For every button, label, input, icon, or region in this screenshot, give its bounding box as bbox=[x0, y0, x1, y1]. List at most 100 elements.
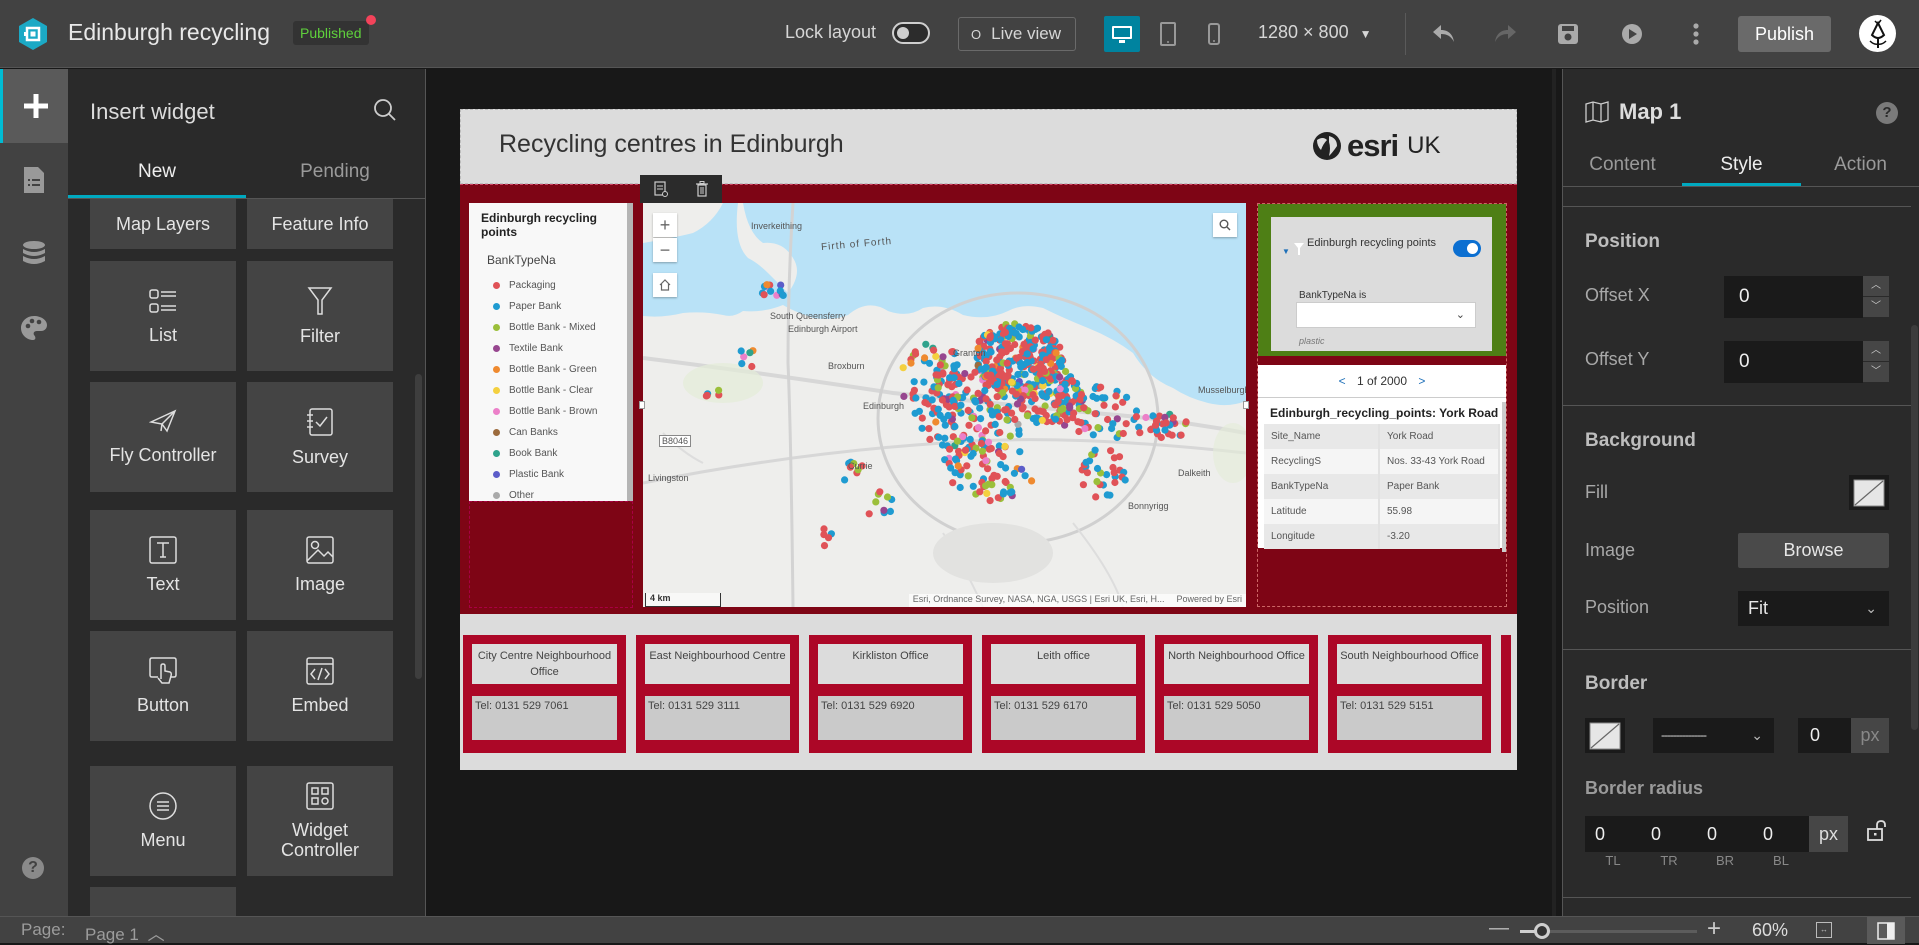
recycling-point[interactable] bbox=[1177, 431, 1185, 439]
recycling-point[interactable] bbox=[946, 445, 954, 453]
widget-panel-scrollbar[interactable] bbox=[415, 374, 422, 679]
recycling-point[interactable] bbox=[883, 493, 892, 501]
publish-button[interactable]: Publish bbox=[1738, 16, 1831, 52]
recycling-point[interactable] bbox=[910, 378, 918, 386]
border-width-input[interactable]: 0 px bbox=[1798, 718, 1889, 753]
recycling-point[interactable] bbox=[1089, 431, 1097, 439]
recycling-point[interactable] bbox=[921, 398, 929, 407]
recycling-point[interactable] bbox=[968, 414, 976, 422]
recycling-point[interactable] bbox=[993, 380, 1001, 389]
recycling-point[interactable] bbox=[971, 368, 979, 376]
recycling-point[interactable] bbox=[1079, 481, 1087, 489]
widget-widget-controller[interactable]: Widget Controller bbox=[247, 766, 393, 876]
recycling-point[interactable] bbox=[763, 281, 771, 289]
recycling-point[interactable] bbox=[936, 411, 944, 419]
recycling-point[interactable] bbox=[1017, 363, 1025, 371]
office-card[interactable]: Leith office Tel: 0131 529 6170 bbox=[982, 635, 1145, 753]
recycling-point[interactable] bbox=[985, 445, 993, 453]
widget-settings-icon[interactable] bbox=[654, 181, 668, 197]
recycling-point[interactable] bbox=[1003, 359, 1011, 367]
recycling-point[interactable] bbox=[1027, 324, 1035, 332]
office-card[interactable]: City Centre Neighbourhood Office Tel: 013… bbox=[463, 635, 626, 753]
recycling-point[interactable] bbox=[1031, 336, 1039, 344]
recycling-point[interactable] bbox=[995, 413, 1003, 421]
recycling-point[interactable] bbox=[1121, 476, 1129, 484]
recycling-point[interactable] bbox=[1111, 403, 1119, 411]
recycling-point[interactable] bbox=[1018, 465, 1026, 473]
recycling-point[interactable] bbox=[703, 391, 711, 399]
recycling-point[interactable] bbox=[1001, 442, 1009, 450]
recycling-point[interactable] bbox=[972, 398, 980, 406]
recycling-point[interactable] bbox=[987, 371, 995, 379]
recycling-point[interactable] bbox=[1066, 404, 1074, 412]
user-avatar[interactable] bbox=[1859, 15, 1896, 52]
recycling-point[interactable] bbox=[1013, 400, 1022, 408]
recycling-point[interactable] bbox=[1091, 446, 1099, 454]
recycling-point[interactable] bbox=[1006, 432, 1014, 440]
recycling-point[interactable] bbox=[982, 427, 990, 435]
recycling-point[interactable] bbox=[918, 424, 926, 432]
recycling-point[interactable] bbox=[1100, 401, 1108, 409]
recycling-point[interactable] bbox=[1086, 457, 1094, 465]
recycling-point[interactable] bbox=[1169, 414, 1177, 422]
map-search-button[interactable] bbox=[1213, 213, 1237, 237]
recycling-point[interactable] bbox=[951, 422, 959, 431]
recycling-point[interactable] bbox=[976, 404, 984, 412]
search-icon[interactable] bbox=[373, 98, 397, 122]
recycling-point[interactable] bbox=[865, 510, 873, 518]
radius-unit[interactable]: px bbox=[1809, 816, 1848, 852]
recycling-point[interactable] bbox=[1092, 493, 1100, 501]
preview-button[interactable] bbox=[1617, 19, 1647, 49]
recycling-point[interactable] bbox=[1028, 477, 1036, 485]
settings-scrollbar[interactable] bbox=[1911, 325, 1918, 730]
recycling-point[interactable] bbox=[880, 506, 888, 514]
resize-handle-right[interactable] bbox=[1243, 401, 1249, 409]
recycling-point[interactable] bbox=[936, 361, 944, 369]
recycling-point[interactable] bbox=[982, 457, 990, 465]
recycling-point[interactable] bbox=[1021, 472, 1029, 480]
widget-survey[interactable]: Survey bbox=[247, 382, 393, 492]
recycling-point[interactable] bbox=[998, 348, 1006, 356]
recycling-point[interactable] bbox=[1142, 413, 1150, 422]
recycling-point[interactable] bbox=[1093, 394, 1101, 402]
filter-enable-toggle[interactable] bbox=[1453, 240, 1481, 257]
recycling-point[interactable] bbox=[954, 462, 962, 470]
lock-layout-toggle[interactable] bbox=[892, 22, 930, 44]
widget-map-layers[interactable]: Map Layers bbox=[90, 199, 236, 249]
recycling-point[interactable] bbox=[738, 360, 746, 368]
recycling-point[interactable] bbox=[1094, 424, 1102, 432]
office-card[interactable]: North Neighbourhood Office Tel: 0131 529 … bbox=[1155, 635, 1318, 753]
rail-item-data[interactable] bbox=[0, 217, 68, 291]
recycling-point[interactable] bbox=[984, 438, 993, 446]
recycling-point[interactable] bbox=[1058, 391, 1066, 400]
widget-feature-info[interactable]: Feature Info bbox=[247, 199, 393, 249]
recycling-point[interactable] bbox=[961, 446, 970, 454]
desktop-device-button[interactable] bbox=[1104, 16, 1140, 52]
recycling-point[interactable] bbox=[1077, 419, 1085, 427]
increment-button[interactable]: ︿ bbox=[1863, 276, 1889, 297]
radius-tl-input[interactable]: 0 bbox=[1585, 816, 1641, 852]
recycling-point[interactable] bbox=[1052, 349, 1060, 357]
recycling-point[interactable] bbox=[966, 435, 974, 443]
recycling-point[interactable] bbox=[907, 359, 915, 367]
fit-width-button[interactable]: ↔ bbox=[1816, 922, 1832, 938]
save-button[interactable] bbox=[1553, 19, 1583, 49]
recycling-point[interactable] bbox=[969, 449, 977, 458]
recycling-point[interactable] bbox=[986, 334, 994, 342]
zoom-out-button[interactable]: — bbox=[1489, 917, 1509, 940]
recycling-point[interactable] bbox=[997, 461, 1005, 469]
recycling-point[interactable] bbox=[748, 362, 756, 371]
recycling-point[interactable] bbox=[1019, 325, 1027, 334]
resize-handle-left[interactable] bbox=[639, 401, 645, 409]
recycling-point[interactable] bbox=[779, 291, 787, 299]
recycling-point[interactable] bbox=[969, 482, 977, 490]
recycling-point[interactable] bbox=[1123, 393, 1131, 401]
radius-tr-input[interactable]: 0 bbox=[1641, 816, 1697, 852]
recycling-point[interactable] bbox=[1111, 478, 1119, 487]
recycling-point[interactable] bbox=[820, 525, 828, 533]
recycling-point[interactable] bbox=[1010, 469, 1018, 477]
recycling-point[interactable] bbox=[920, 378, 928, 386]
zoom-slider[interactable] bbox=[1520, 923, 1697, 939]
map-widget[interactable]: Inverkeithing Firth of Forth South Queensf… bbox=[643, 203, 1246, 607]
recycling-point[interactable] bbox=[1004, 371, 1012, 379]
